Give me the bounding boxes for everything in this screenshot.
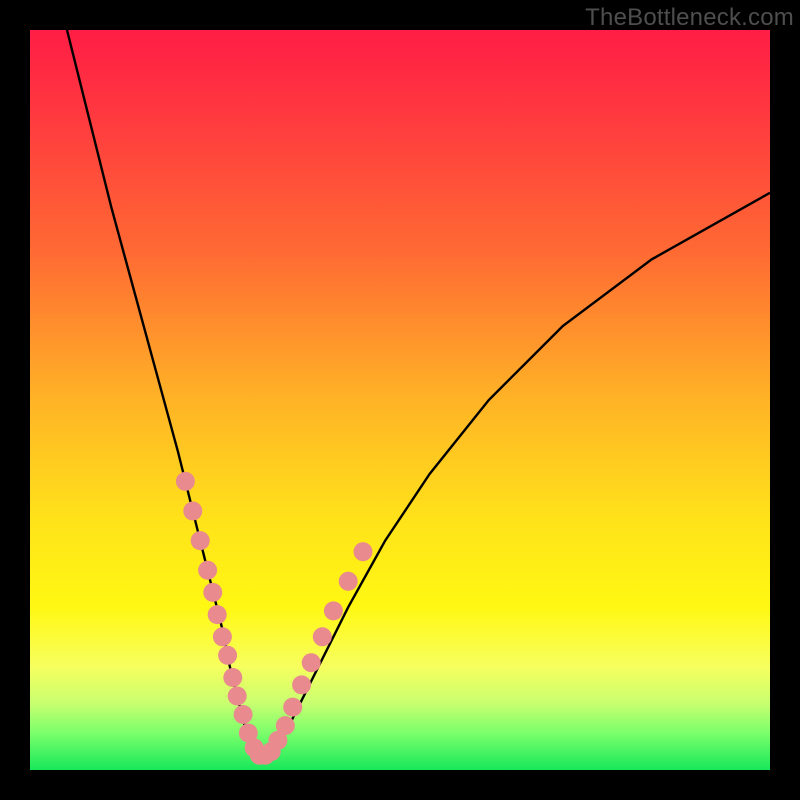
marker-dot [183,502,202,521]
marker-dot [339,572,358,591]
curve-svg [30,30,770,770]
marker-dot [313,627,332,646]
marker-dot [203,583,222,602]
marker-dot [191,531,210,550]
marker-dot [276,716,295,735]
marker-dot [228,687,247,706]
marker-dot [198,561,217,580]
marker-dot [292,675,311,694]
plot-area [30,30,770,770]
watermark-text: TheBottleneck.com [585,4,794,32]
marker-dot [283,698,302,717]
marker-dot [302,653,321,672]
marker-dot [223,668,242,687]
chart-frame: TheBottleneck.com [0,0,800,800]
marker-dot [324,601,343,620]
marker-dot [218,646,237,665]
marker-dot [234,705,253,724]
marker-dot [176,472,195,491]
marker-dot [208,605,227,624]
marker-dot [213,627,232,646]
bottleneck-curve [67,30,770,755]
marker-dot [354,542,373,561]
